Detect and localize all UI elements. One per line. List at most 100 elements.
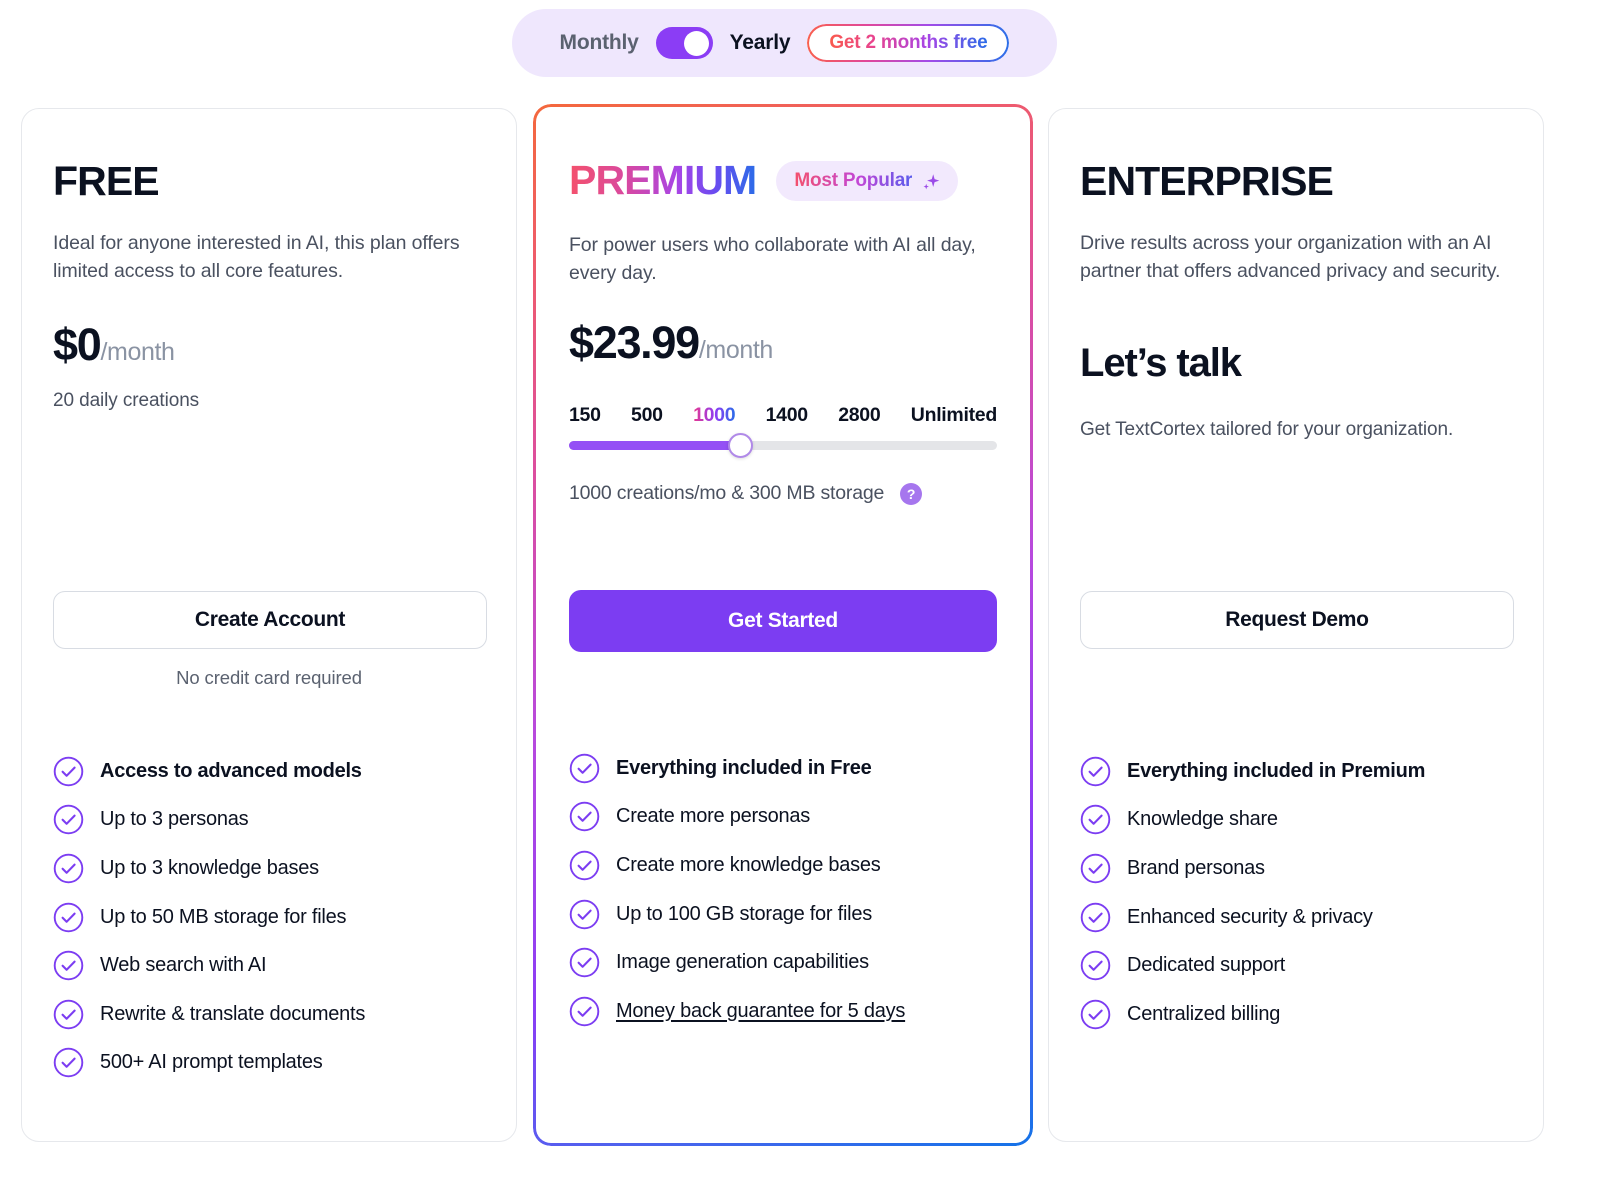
request-demo-button[interactable]: Request Demo [1080,591,1514,649]
pricing-card-enterprise: ENTERPRISE Drive results across your org… [1048,108,1544,1142]
promo-badge-label: Get 2 months free [829,32,988,53]
billing-monthly-label[interactable]: Monthly [560,31,639,55]
check-circle-icon [53,1047,84,1078]
billing-yearly-label[interactable]: Yearly [730,31,791,55]
check-circle-icon [53,999,84,1030]
feature-item: 500+ AI prompt templates [53,1039,365,1088]
check-circle-icon [53,902,84,933]
creations-slider[interactable]: 150 500 1000 1400 2800 Unlimited [569,404,997,458]
feature-item-label: Create more personas [616,805,810,828]
slider-tick[interactable]: 150 [569,404,601,427]
check-circle-icon [53,804,84,835]
price-period-free: /month [100,338,175,366]
feature-item-label: Create more knowledge bases [616,853,881,876]
check-circle-icon [569,801,600,832]
feature-item: Create more personas [569,793,905,842]
slider-tick[interactable]: Unlimited [911,404,997,427]
feature-list-free: Access to advanced models Up to 3 persona… [53,747,365,1087]
check-circle-icon [1080,902,1111,933]
feature-item-label: Everything included in Premium [1127,759,1426,782]
feature-item: Up to 3 personas [53,796,365,845]
feature-item-label: 500+ AI prompt templates [100,1051,323,1074]
creations-slider-caption: 1000 creations/mo & 300 MB storage [569,482,885,504]
feature-item-label: Access to advanced models [100,759,362,782]
feature-item: Web search with AI [53,941,365,990]
feature-item: Up to 100 GB storage for files [569,890,905,939]
check-circle-icon [1080,853,1111,884]
pricing-card-free: FREE Ideal for anyone interested in AI, … [21,108,517,1142]
plan-header-premium: PREMIUM Most Popular [569,157,959,203]
plan-name-free: FREE [53,158,160,204]
plan-name-premium: PREMIUM [569,157,757,203]
feature-item: Access to advanced models [53,747,365,796]
plan-price-free: $0 /month [53,319,175,371]
slider-tick[interactable]: 1000 [693,404,735,427]
feature-item: Brand personas [1080,844,1425,893]
plan-description-free: Ideal for anyone interested in AI, this … [53,232,460,282]
feature-item: Everything included in Premium [1080,747,1425,796]
feature-item: Enhanced security & privacy [1080,893,1425,942]
slider-tick[interactable]: 2800 [838,404,880,427]
check-circle-icon [1080,804,1111,835]
billing-period-switch[interactable] [655,27,713,59]
feature-item-label: Knowledge share [1127,808,1278,831]
check-circle-icon [1080,756,1111,787]
most-popular-badge: Most Popular [776,160,959,201]
check-circle-icon [569,947,600,978]
price-subtext-free: 20 daily creations [53,390,200,411]
billing-period-toggle-bar: Monthly Yearly Get 2 months free [512,9,1057,77]
get-started-button[interactable]: Get Started [569,590,997,652]
plan-header-free: FREE [53,158,160,204]
pricing-card-premium: PREMIUM Most Popular For power users who… [533,104,1033,1146]
feature-item: Knowledge share [1080,796,1425,845]
feature-item-label: Enhanced security & privacy [1127,905,1373,928]
request-demo-button-label: Request Demo [1225,608,1369,631]
check-circle-icon [569,899,600,930]
price-period-premium: /month [698,336,773,364]
plan-name-enterprise: ENTERPRISE [1080,158,1334,204]
create-account-note: No credit card required [176,667,362,688]
feature-item-label: Up to 3 knowledge bases [100,856,319,879]
feature-item: Up to 50 MB storage for files [53,893,365,942]
check-circle-icon [53,756,84,787]
slider-tick[interactable]: 1400 [766,404,808,427]
price-amount-premium: $23.99 [569,317,700,368]
feature-item-label: Up to 50 MB storage for files [100,905,347,928]
feature-item-label: Centralized billing [1127,1002,1281,1025]
get-started-button-label: Get Started [728,609,838,632]
check-circle-icon [53,853,84,884]
feature-item-label: Everything included in Free [616,756,872,779]
feature-list-premium: Everything included in Free Create more p… [569,744,905,1036]
feature-item: Rewrite & translate documents [53,990,365,1039]
feature-item[interactable]: Money back guarantee for 5 days [569,987,905,1036]
question-mark-icon[interactable]: ? [900,482,923,505]
switch-knob [683,30,709,56]
feature-item-label: Image generation capabilities [616,951,869,974]
feature-item-label: Up to 3 personas [100,808,249,831]
check-circle-icon [569,996,600,1027]
creations-slider-caption-row: 1000 creations/mo & 300 MB storage ? [569,482,923,505]
plan-header-enterprise: ENTERPRISE [1080,158,1334,204]
sparkles-icon [916,168,942,194]
creations-slider-track[interactable] [569,433,997,458]
slider-tick[interactable]: 500 [631,404,663,427]
create-account-button-label: Create Account [194,608,346,631]
create-account-button[interactable]: Create Account [53,591,487,649]
creations-slider-thumb[interactable] [727,433,753,458]
creations-slider-ticks: 150 500 1000 1400 2800 Unlimited [569,404,997,427]
feature-item-label[interactable]: Money back guarantee for 5 days [616,1000,905,1023]
check-circle-icon [53,950,84,981]
feature-item: Up to 3 knowledge bases [53,844,365,893]
enterprise-headline: Let’s talk [1080,341,1242,385]
check-circle-icon [1080,950,1111,981]
price-amount-free: $0 [53,319,102,370]
promo-badge[interactable]: Get 2 months free [807,24,1010,62]
feature-item: Centralized billing [1080,990,1425,1039]
check-circle-icon [1080,999,1111,1030]
creations-slider-fill [569,441,741,450]
most-popular-badge-label: Most Popular [794,169,913,191]
feature-item-label: Web search with AI [100,954,267,977]
plan-price-premium: $23.99 /month [569,317,773,369]
plan-description-enterprise: Drive results across your organization w… [1080,232,1501,282]
enterprise-subtext: Get TextCortex tailored for your organiz… [1080,419,1454,440]
